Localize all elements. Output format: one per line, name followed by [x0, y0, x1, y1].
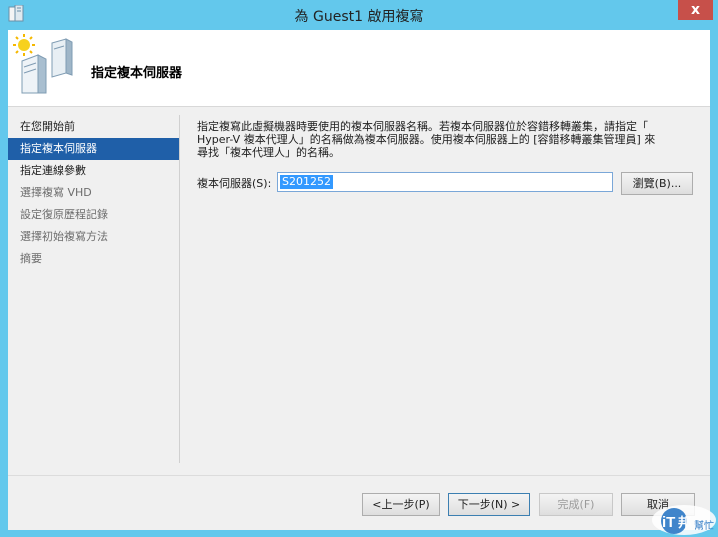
- step-initial-replication: 選擇初始複寫方法: [20, 230, 108, 243]
- finish-button: 完成(F): [539, 493, 613, 516]
- replica-server-input[interactable]: S201252: [277, 172, 613, 192]
- close-button[interactable]: x: [678, 0, 713, 20]
- description-line: 指定複寫此虛擬機器時要使用的複本伺服器名稱。若複本伺服器位於容錯移轉叢集，請指定…: [197, 120, 648, 133]
- replica-server-value: S201252: [280, 175, 333, 189]
- step-before-you-begin[interactable]: 在您開始前: [8, 116, 179, 138]
- vertical-divider: [179, 115, 180, 463]
- back-button[interactable]: <上一步(P): [362, 493, 440, 516]
- watermark-text-help: 幫忙: [694, 519, 714, 532]
- title-bar[interactable]: 為 Guest1 啟用複寫 x: [0, 0, 718, 30]
- replica-server-label: 複本伺服器(S):: [197, 177, 272, 190]
- ithome-watermark-logo: iT 邦 幫忙: [652, 505, 716, 535]
- wizard-header: 指定複本伺服器: [8, 30, 710, 107]
- step-summary: 摘要: [20, 252, 42, 265]
- browse-button[interactable]: 瀏覽(B)...: [621, 172, 693, 195]
- step-choose-vhds: 選擇複寫 VHD: [20, 186, 92, 199]
- description-line: Hyper-V 複本代理人」的名稱做為複本伺服器。使用複本伺服器上的 [容錯移轉…: [197, 133, 656, 146]
- step-recovery-history: 設定復原歷程記錄: [20, 208, 108, 221]
- window-title: 為 Guest1 啟用複寫: [294, 9, 424, 25]
- wizard-footer: <上一步(P) 下一步(N) > 完成(F) 取消: [8, 475, 710, 530]
- step-specify-replica-server[interactable]: 指定複本伺服器: [8, 138, 179, 160]
- step-connection-parameters[interactable]: 指定連線參數: [8, 160, 179, 182]
- page-title: 指定複本伺服器: [91, 66, 183, 81]
- watermark-text-it: iT: [662, 514, 675, 531]
- description-text: 指定複寫此虛擬機器時要使用的複本伺服器名稱。若複本伺服器位於容錯移轉叢集，請指定…: [197, 120, 697, 159]
- wizard-window: 為 Guest1 啟用複寫 x 指定複本伺服器 在您開始前 指定複本伺服器 指定…: [0, 0, 718, 537]
- replication-server-icon: [13, 34, 73, 94]
- description-line: 尋找「複本代理人」的名稱。: [197, 146, 340, 159]
- wizard-client-area: 指定複本伺服器 在您開始前 指定複本伺服器 指定連線參數 選擇複寫 VHD 設定…: [8, 30, 710, 530]
- watermark-text-bang: 邦: [678, 515, 691, 531]
- wizard-body: 在您開始前 指定複本伺服器 指定連線參數 選擇複寫 VHD 設定復原歷程記錄 選…: [8, 107, 710, 475]
- step-navigation: 在您開始前 指定複本伺服器 指定連線參數 選擇複寫 VHD 設定復原歷程記錄 選…: [8, 116, 179, 270]
- next-button[interactable]: 下一步(N) >: [448, 493, 530, 516]
